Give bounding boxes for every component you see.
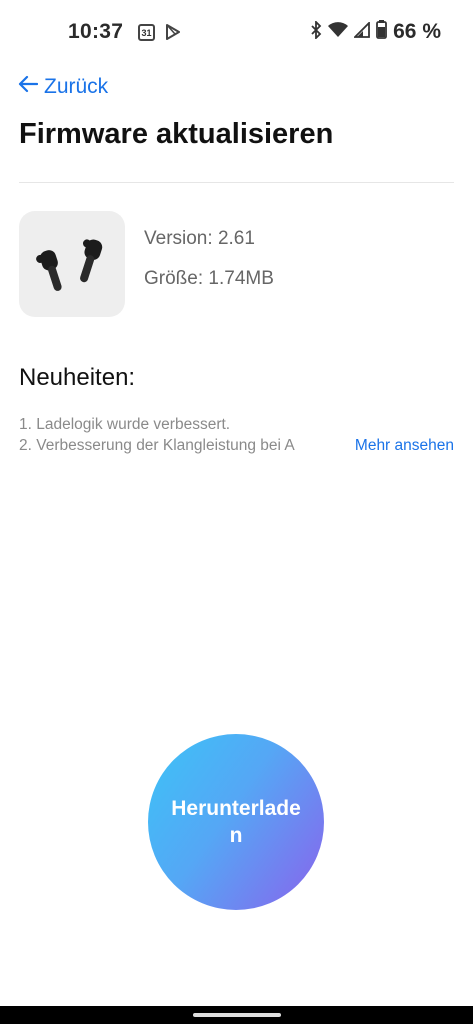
news-item: 2. Verbesserung der Klangleistung bei A [19,437,295,454]
news-heading: Neuheiten: [19,364,136,391]
status-icons: 66 % [310,19,441,44]
size-line: Größe: 1.74MB [144,268,274,289]
news-item: 1. Ladelogik wurde verbessert. [19,416,231,433]
navigation-bar [0,1006,473,1024]
status-bar: 10:37 31 66 % [0,0,473,64]
bluetooth-icon [310,19,322,44]
divider [19,182,454,183]
home-handle[interactable] [193,1013,281,1017]
device-image [19,211,125,317]
size-value: 1.74MB [208,268,274,289]
calendar-icon: 31 [138,24,155,41]
firmware-info: Version: 2.61 Größe: 1.74MB [144,228,274,290]
battery-percent: 66 % [393,20,441,43]
play-store-icon [166,24,180,45]
version-line: Version: 2.61 [144,228,255,249]
back-label: Zurück [44,75,109,98]
version-value: 2.61 [217,228,255,249]
signal-icon [352,20,371,43]
download-button[interactable]: Herunterladen [148,734,324,910]
earbuds-icon [36,239,103,291]
news-list: 1. Ladelogik wurde verbessert. 2. Verbes… [19,414,454,456]
more-link[interactable]: Mehr ansehen [352,435,454,456]
battery-icon [376,20,388,44]
status-time: 10:37 [68,20,124,43]
wifi-icon [328,21,349,43]
back-button[interactable]: Zurück [18,75,108,99]
page-title: Firmware aktualisieren [19,118,334,150]
arrow-left-icon [18,75,39,99]
